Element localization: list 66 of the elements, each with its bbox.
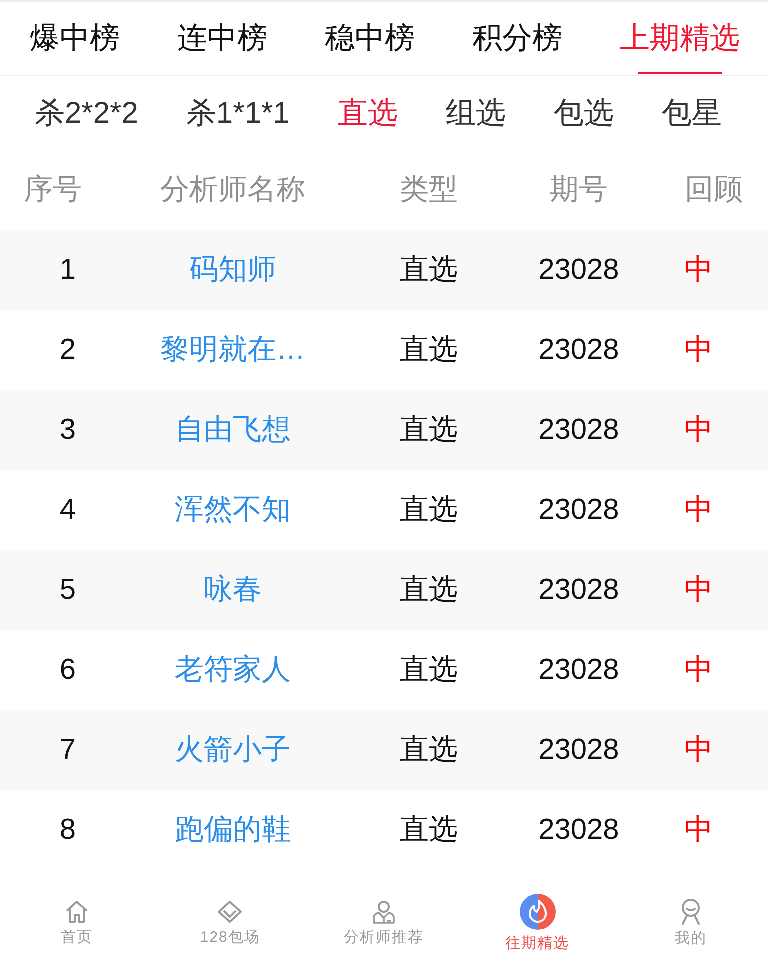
analyst-name-link[interactable]: 自由飞想 (175, 410, 291, 450)
type-cell-text: 直选 (400, 653, 458, 688)
issue-cell: 23028 (538, 334, 620, 366)
nav-tab[interactable]: 128包场 (200, 900, 260, 947)
issue-cell: 23028 (538, 574, 620, 606)
ranking-tab[interactable]: 连中榜 (178, 2, 268, 75)
analyst-name-link[interactable]: 老符家人 (175, 650, 291, 690)
type-cell-text: 直选 (400, 573, 458, 608)
issue-cell: 23028 (538, 494, 620, 526)
person-tie-icon (372, 900, 395, 924)
review-cell-text: 中 (684, 813, 714, 848)
category-tab[interactable]: 杀1*1*1 (186, 92, 290, 134)
issue-cell: 23028 (538, 654, 620, 686)
ranking-tab[interactable]: 爆中榜 (30, 2, 120, 75)
issue-cell: 23028 (538, 254, 620, 286)
category-tab[interactable]: 包星 (662, 92, 722, 134)
analyst-name-link[interactable]: 跑偏的鞋 (175, 810, 291, 850)
ranking-tab[interactable]: 上期精选 (620, 2, 740, 75)
diamond-icon (217, 900, 244, 924)
analyst-name-link[interactable]: 浑然不知 (175, 490, 291, 530)
type-cell-text: 直选 (400, 733, 458, 768)
analyst-name-link[interactable]: 码知师 (190, 250, 276, 290)
category-tab[interactable]: 直选 (338, 92, 398, 134)
index-cell: 1 (60, 254, 76, 286)
ranking-tab[interactable]: 积分榜 (472, 2, 562, 75)
review-cell-text: 中 (684, 333, 714, 368)
review-cell-text: 中 (684, 413, 714, 448)
type-cell-text: 直选 (400, 813, 458, 848)
review-cell-text: 中 (684, 733, 714, 768)
issue-cell: 23028 (538, 814, 620, 846)
nav-tab[interactable]: 往期精选 (506, 894, 570, 953)
category-tab[interactable]: 包选 (554, 92, 614, 134)
index-cell: 7 (60, 734, 76, 766)
category-tab[interactable]: 杀2*2*2 (35, 92, 138, 134)
issue-cell: 23028 (538, 734, 620, 766)
review-cell-text: 中 (684, 573, 714, 608)
issue-cell: 23028 (538, 414, 620, 446)
nav-tab[interactable]: 分析师推荐 (344, 900, 424, 947)
index-cell: 6 (60, 654, 76, 686)
analyst-name-link[interactable]: 咏春 (204, 570, 262, 610)
nav-tab[interactable]: 我的 (675, 899, 708, 948)
home-icon (64, 900, 89, 924)
category-tab[interactable]: 组选 (446, 92, 506, 134)
ranking-tab[interactable]: 稳中榜 (325, 2, 415, 75)
column-header: 期号 (550, 173, 608, 208)
column-header: 回顾 (685, 173, 743, 208)
type-cell-text: 直选 (400, 413, 458, 448)
analyst-name-link[interactable]: 黎明就在… (160, 330, 306, 370)
index-cell: 4 (60, 494, 76, 526)
column-header: 序号 (24, 173, 82, 208)
analyst-name-link[interactable]: 火箭小子 (175, 730, 291, 770)
index-cell: 5 (60, 574, 76, 606)
column-header: 分析师名称 (160, 173, 306, 208)
type-cell-text: 直选 (400, 253, 458, 288)
type-cell-text: 直选 (400, 333, 458, 368)
column-header: 类型 (400, 173, 458, 208)
type-cell-text: 直选 (400, 493, 458, 528)
index-cell: 8 (60, 814, 76, 846)
nav-tab[interactable]: 首页 (60, 900, 93, 947)
smiling-person-icon (680, 899, 702, 925)
flame-icon (520, 894, 556, 930)
index-cell: 3 (60, 414, 76, 446)
review-cell-text: 中 (684, 493, 714, 528)
review-cell-text: 中 (684, 253, 714, 288)
review-cell-text: 中 (684, 653, 714, 688)
index-cell: 2 (60, 334, 76, 366)
